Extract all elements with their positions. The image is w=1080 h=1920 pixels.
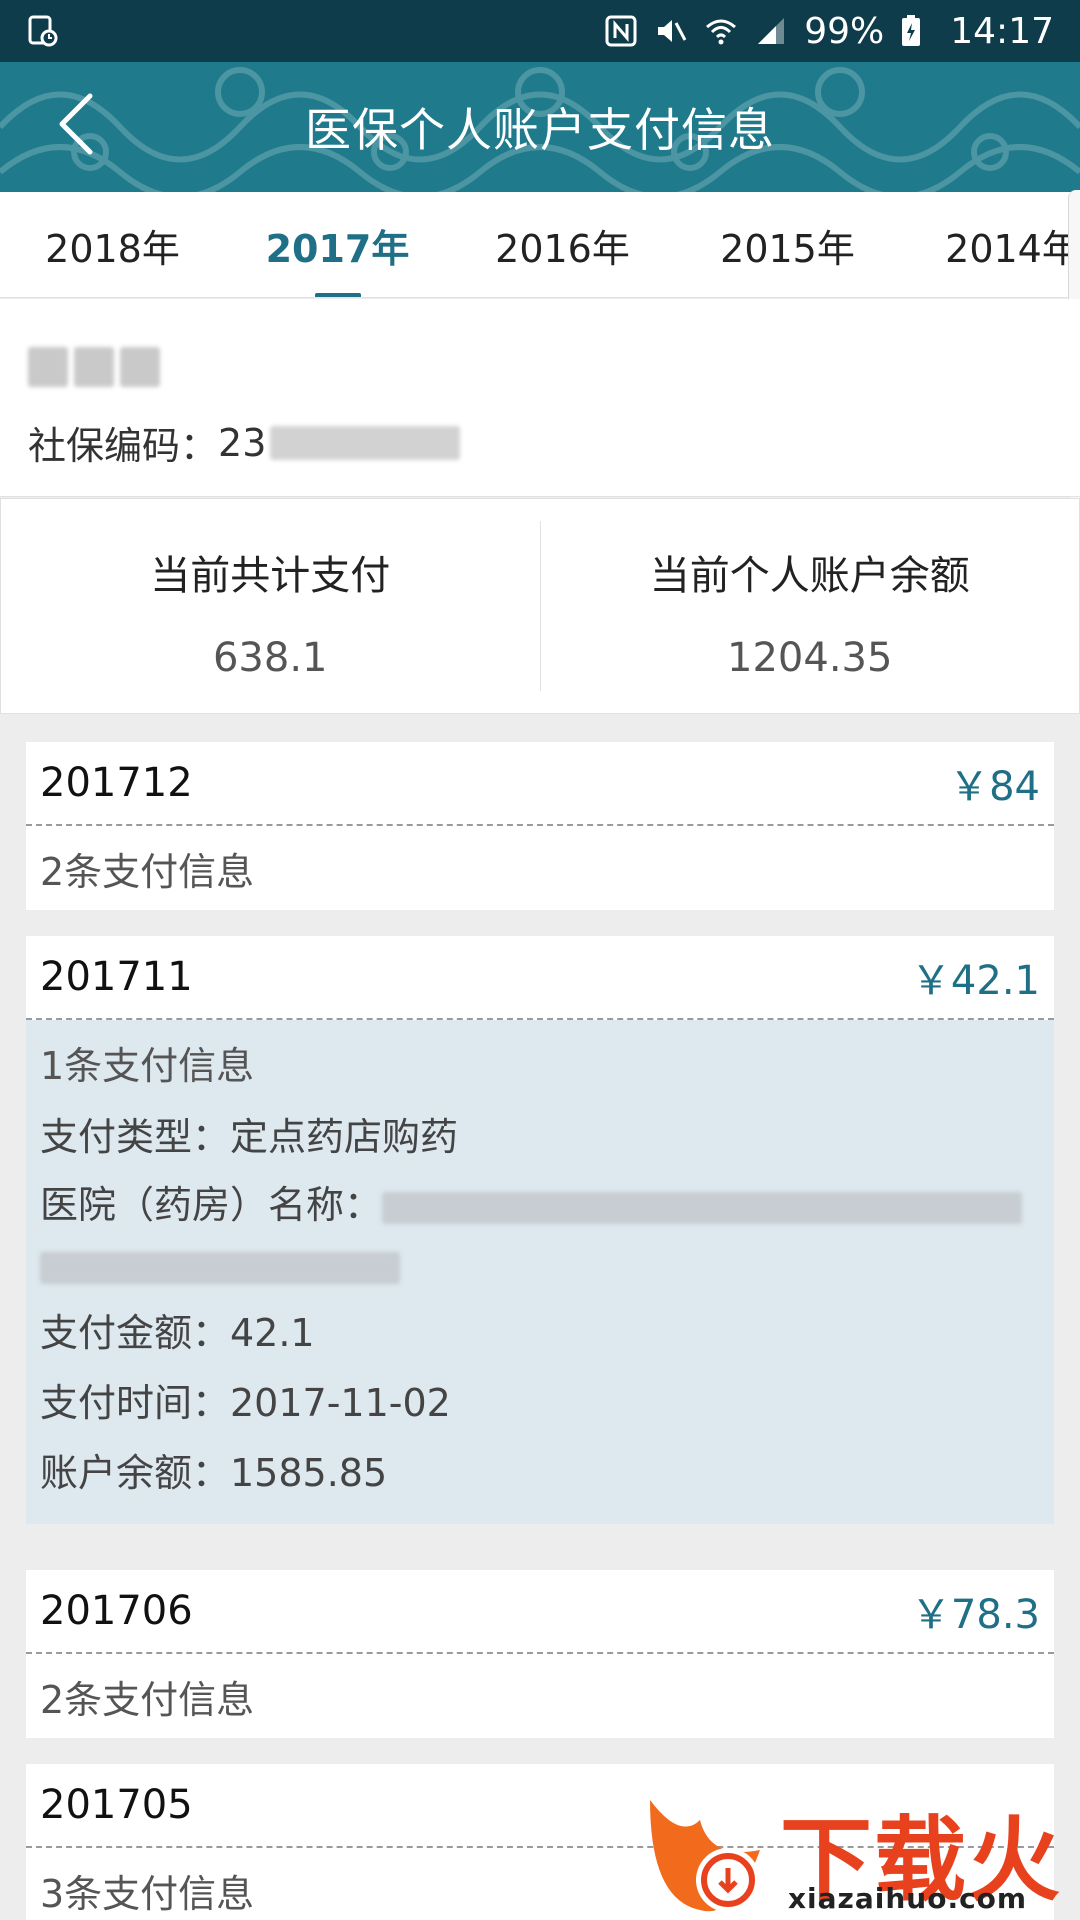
mute-icon: [654, 14, 688, 48]
hospital-name-label: 医院（药房）名称：: [40, 1183, 383, 1227]
ssn-label: 社保编码：: [28, 424, 219, 468]
ssn-line: 社保编码： 23: [28, 415, 461, 470]
app-header: 医保个人账户支付信息: [0, 62, 1080, 192]
status-bar: 99% 14:17: [0, 0, 1080, 62]
month-card[interactable]: 201712 ￥84 2条支付信息: [26, 742, 1054, 910]
user-info: 社保编码： 23: [0, 299, 1080, 497]
tab-2017-label: 2017年: [265, 226, 410, 271]
header-pattern: [0, 67, 1080, 192]
month-label: 201712: [40, 760, 193, 806]
account-balance-after: 账户余额：1585.85: [40, 1451, 388, 1495]
tab-2017[interactable]: 2017年: [225, 192, 450, 297]
screen: 99% 14:17 医保个人账户支付信息 2018年 2017年 2016年 2…: [0, 0, 1080, 1920]
month-label: 201711: [40, 954, 193, 1000]
watermark-url: xiazaihuo.com: [788, 1882, 1028, 1915]
month-card-header[interactable]: 201706 ￥78.3: [26, 1570, 1054, 1654]
hospital-name-row: 医院（药房）名称：: [26, 1162, 1054, 1290]
month-amount: ￥84: [949, 764, 1040, 810]
month-label: 201706: [40, 1588, 193, 1634]
payment-count: 2条支付信息: [40, 1677, 255, 1722]
year-tabs: 2018年 2017年 2016年 2015年 2014年: [0, 192, 1080, 298]
back-button[interactable]: [36, 86, 116, 166]
payment-time: 支付时间：2017-11-02: [40, 1381, 451, 1425]
payment-amount: 支付金额：42.1: [40, 1311, 315, 1355]
payment-summary: 当前共计支付 638.1 当前个人账户余额 1204.35: [0, 498, 1080, 714]
tab-2015[interactable]: 2015年: [675, 192, 900, 297]
user-name-redacted: [28, 347, 160, 387]
tab-2018[interactable]: 2018年: [0, 192, 225, 297]
account-balance-value: 1204.35: [727, 635, 893, 681]
payment-count: 1条支付信息: [26, 1020, 1054, 1104]
ssn-visible: 23: [218, 420, 267, 465]
nfc-icon: [604, 14, 638, 48]
month-amount: ￥78.3: [910, 1592, 1040, 1638]
month-card[interactable]: 201706 ￥78.3 2条支付信息: [26, 1570, 1054, 1738]
hospital-name-redacted: [382, 1191, 1023, 1224]
payment-type: 支付类型：定点药店购药: [40, 1115, 459, 1159]
total-paid: 当前共计支付 638.1: [1, 499, 540, 713]
payment-count: 2条支付信息: [40, 849, 255, 894]
tab-2016[interactable]: 2016年: [450, 192, 675, 297]
tab-2014[interactable]: 2014年: [900, 192, 1080, 297]
payment-details: 1条支付信息 支付类型：定点药店购药 医院（药房）名称： 支付金额：42.1 支…: [26, 1020, 1054, 1524]
screen-recorder-icon: [26, 14, 60, 48]
hospital-name-redacted-2: [40, 1251, 400, 1284]
total-paid-value: 638.1: [212, 635, 328, 681]
month-card[interactable]: 201711 ￥42.1 1条支付信息 支付类型：定点药店购药 医院（药房）名称…: [26, 936, 1054, 1524]
total-paid-label: 当前共计支付: [150, 553, 391, 599]
battery-percent: 99%: [804, 10, 885, 52]
clock-time: 14:17: [950, 10, 1054, 52]
active-tab-indicator: [314, 293, 361, 297]
account-balance: 当前个人账户余额 1204.35: [539, 521, 1080, 691]
ssn-redacted: [270, 425, 461, 460]
month-card-header[interactable]: 201711 ￥42.1: [26, 936, 1054, 1020]
wifi-icon: [704, 14, 738, 48]
battery-charging-icon: [900, 14, 934, 48]
account-balance-label: 当前个人账户余额: [649, 553, 970, 599]
month-card-header[interactable]: 201712 ￥84: [26, 742, 1054, 826]
month-amount: ￥42.1: [910, 958, 1040, 1004]
signal-icon: [754, 14, 788, 48]
chevron-left-icon: [56, 92, 96, 160]
month-label: 201705: [40, 1782, 193, 1828]
